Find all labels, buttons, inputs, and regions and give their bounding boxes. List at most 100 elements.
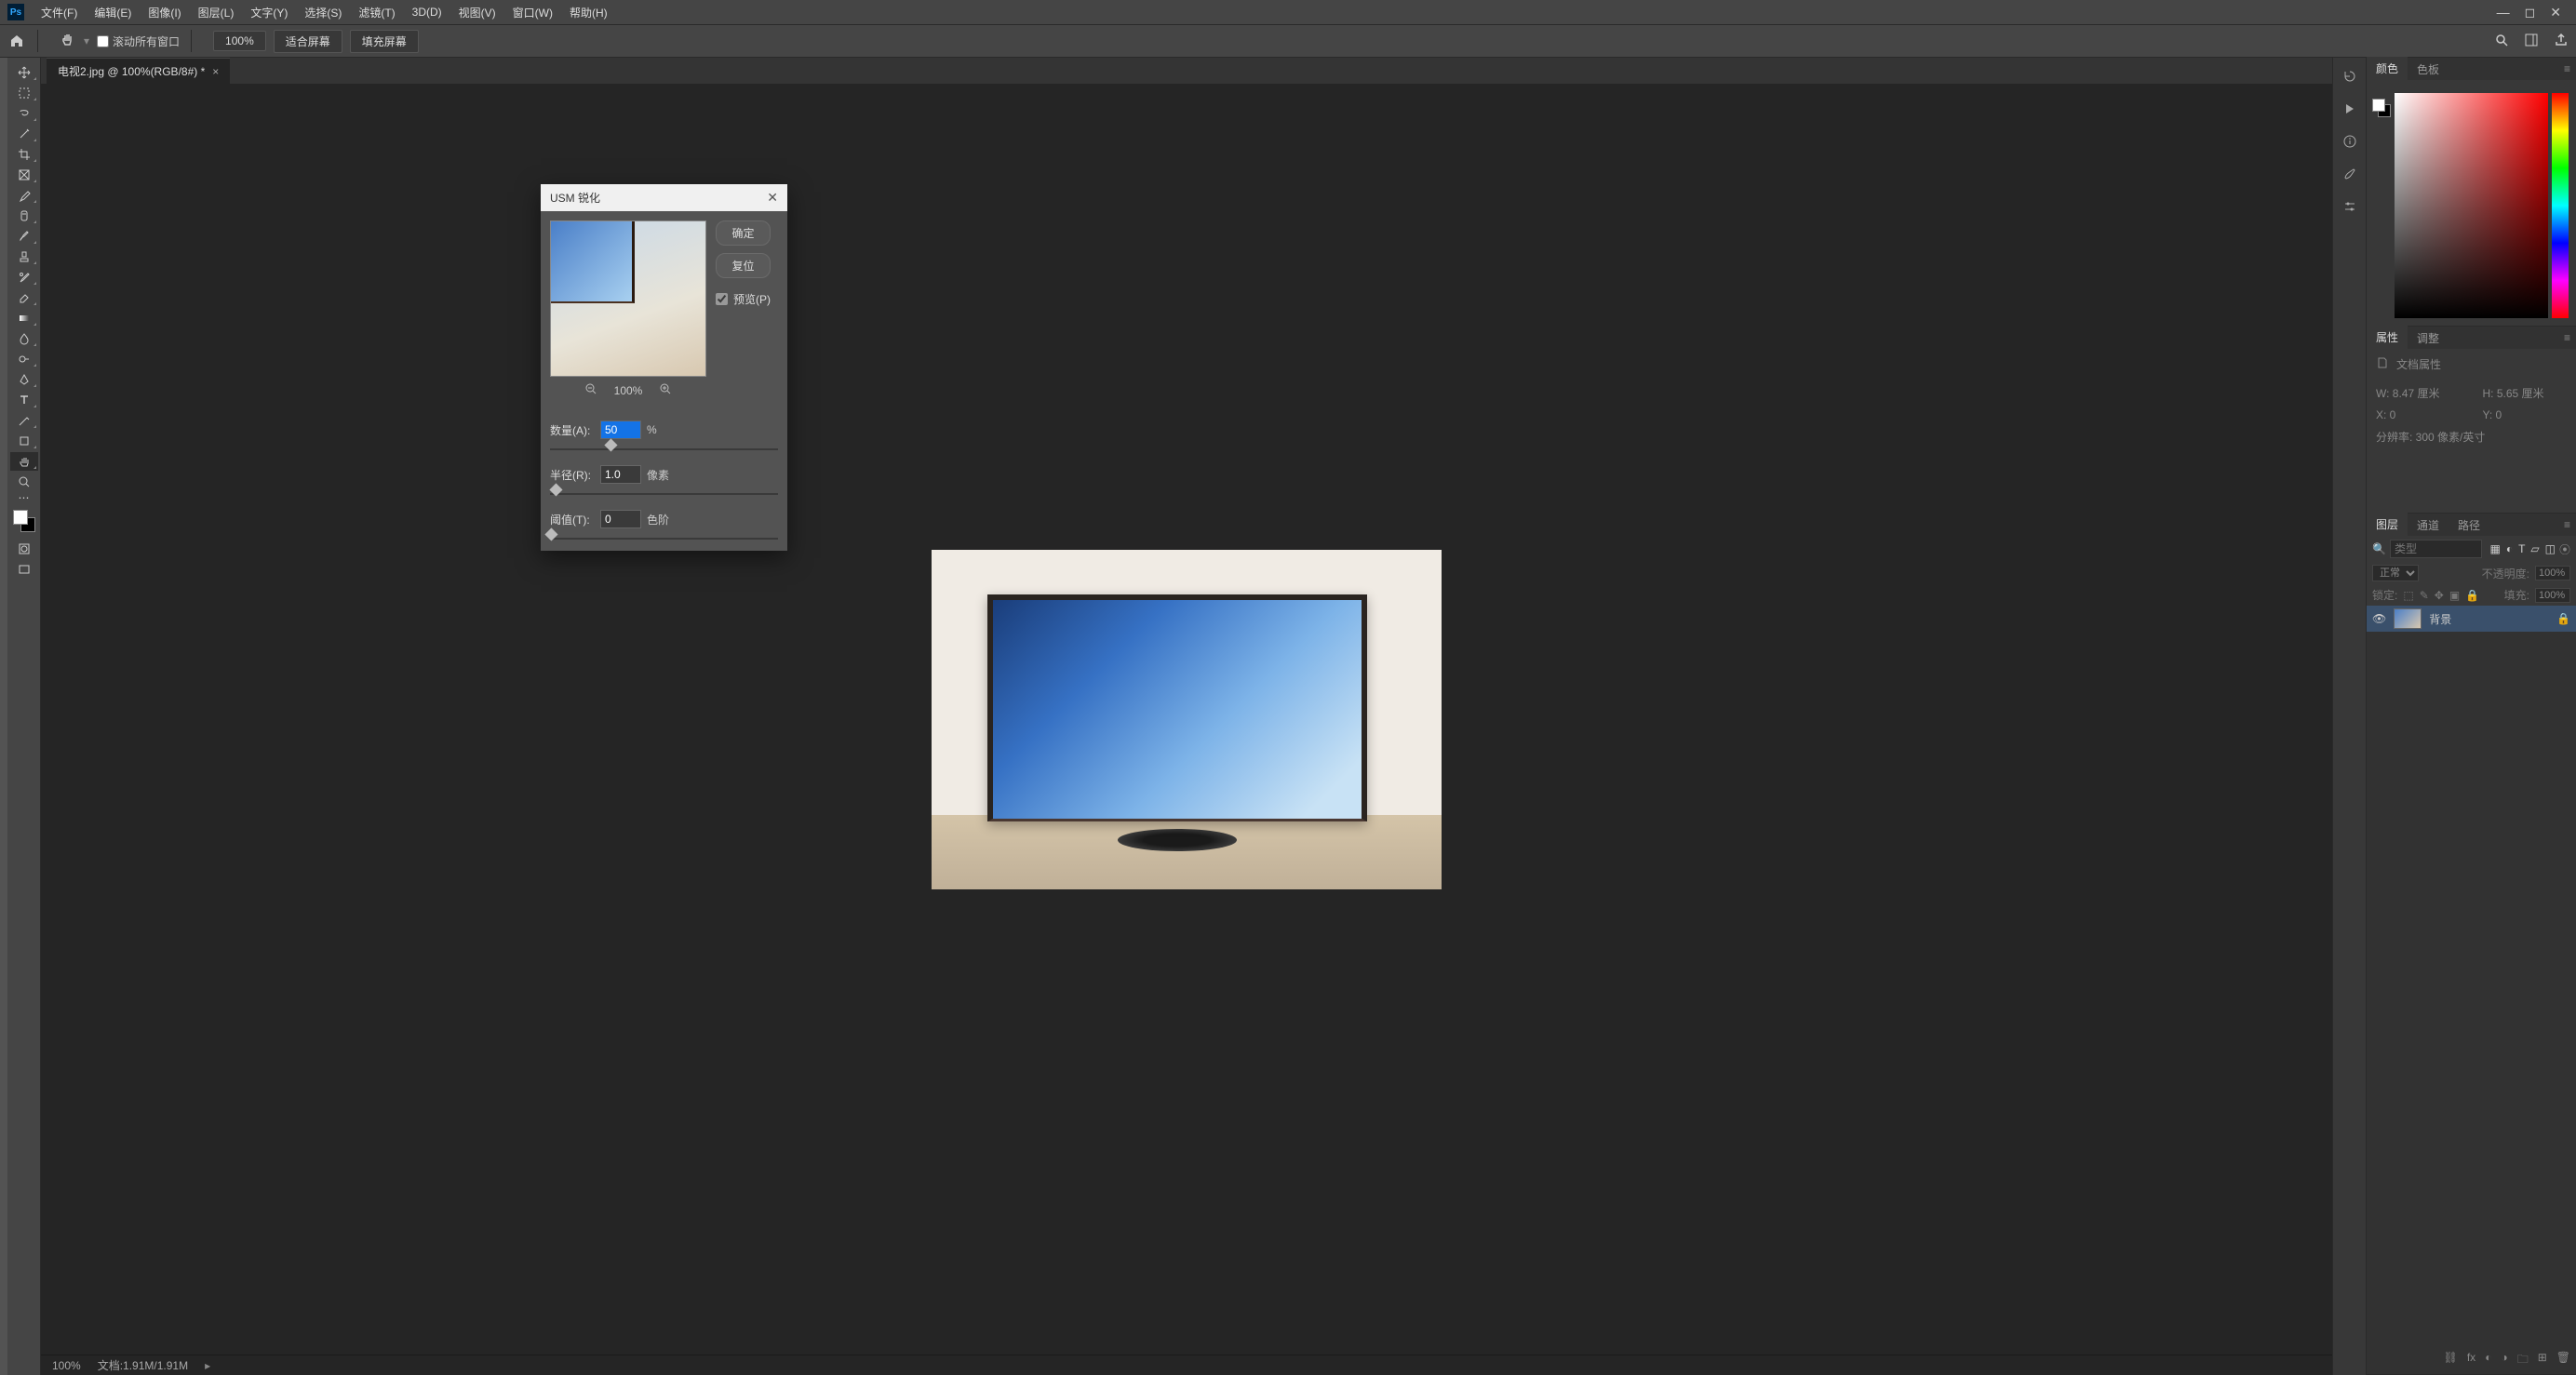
healing-tool[interactable] [10,207,38,225]
status-doc[interactable]: 文档:1.91M/1.91M [98,1357,188,1373]
magic-wand-tool[interactable] [10,125,38,143]
visibility-icon[interactable]: 👁 [2372,612,2386,625]
dialog-preview[interactable] [550,220,706,377]
fill-screen-button[interactable]: 填充屏幕 [350,30,419,53]
radius-slider[interactable] [550,487,778,501]
mask-icon[interactable]: ◐ [2485,1351,2491,1370]
window-close[interactable]: ✕ [2550,5,2561,20]
tab-layers[interactable]: 图层 [2367,513,2408,537]
layer-thumbnail[interactable] [2394,608,2422,629]
screenmode-tool[interactable] [10,560,38,579]
share-icon[interactable] [2554,33,2569,50]
panel-menu-icon[interactable]: ≡ [2564,518,2576,531]
eyedropper-tool[interactable] [10,186,38,205]
fill-input[interactable] [2535,588,2570,603]
color-swatches[interactable] [13,510,35,532]
ok-button[interactable]: 确定 [716,220,771,246]
layer-name[interactable]: 背景 [2429,611,2451,627]
scroll-all-checkbox[interactable]: 滚动所有窗口 [97,33,180,49]
panel-menu-icon[interactable]: ≡ [2564,62,2576,75]
status-zoom[interactable]: 100% [52,1359,81,1372]
menu-3d[interactable]: 3D(D) [405,2,449,22]
blend-mode-select[interactable]: 正常 [2372,565,2419,581]
menu-edit[interactable]: 编辑(E) [87,1,139,24]
settings-icon[interactable] [2342,199,2357,217]
filter-shape-icon[interactable]: ▱ [2530,542,2539,555]
shape-tool[interactable] [10,432,38,450]
layer-filter-input[interactable] [2390,540,2483,558]
menu-layer[interactable]: 图层(L) [191,1,242,24]
panel-fg-bg[interactable] [2372,99,2391,117]
filter-adjust-icon[interactable]: ◐ [2506,542,2513,555]
tab-channels[interactable]: 通道 [2408,514,2449,537]
move-tool[interactable] [10,63,38,82]
brush-tool[interactable] [10,227,38,246]
tab-swatches[interactable]: 色板 [2408,58,2449,81]
filter-pixel-icon[interactable]: ▦ [2489,542,2500,555]
history-brush-tool[interactable] [10,268,38,287]
menu-view[interactable]: 视图(V) [451,1,503,24]
menu-window[interactable]: 窗口(W) [505,1,560,24]
hand-tool[interactable] [10,452,38,471]
actions-icon[interactable] [2342,101,2357,119]
status-caret[interactable]: ▸ [205,1359,210,1372]
menu-select[interactable]: 选择(S) [297,1,349,24]
threshold-input[interactable] [600,510,641,528]
fx-icon[interactable]: fx [2467,1351,2475,1370]
lock-pos-icon[interactable]: ✥ [2435,589,2444,602]
radius-input[interactable] [600,465,641,484]
home-icon[interactable] [7,32,26,50]
history-icon[interactable] [2342,69,2357,87]
stamp-tool[interactable] [10,247,38,266]
opacity-input[interactable] [2535,566,2570,581]
canvas[interactable] [932,550,1442,889]
zoom-tool[interactable] [10,473,38,491]
fit-screen-button[interactable]: 适合屏幕 [274,30,342,53]
type-tool[interactable] [10,391,38,409]
hue-slider[interactable] [2552,93,2569,318]
zoom-in-icon[interactable] [659,382,672,398]
layer-item[interactable]: 👁 背景 🔒 [2367,606,2576,632]
edit-toolbar[interactable]: ⋯ [10,493,38,502]
search-icon[interactable] [2494,33,2509,50]
path-tool[interactable] [10,411,38,430]
color-field[interactable] [2395,93,2548,318]
window-minimize[interactable]: — [2497,5,2510,20]
marquee-tool[interactable] [10,84,38,102]
quickmask-tool[interactable] [10,540,38,558]
link-icon[interactable]: ⛓ [2444,1351,2458,1370]
tab-adjustments[interactable]: 调整 [2408,327,2449,350]
lock-icon[interactable]: 🔒 [2465,589,2479,602]
eraser-tool[interactable] [10,288,38,307]
threshold-slider[interactable] [550,532,778,545]
frame-tool[interactable] [10,166,38,184]
amount-input[interactable] [600,421,641,439]
document-tab[interactable]: 电视2.jpg @ 100%(RGB/8#) * × [47,58,230,84]
brushes-icon[interactable] [2342,167,2357,184]
dialog-titlebar[interactable]: USM 锐化 ✕ [541,184,787,211]
filter-type-icon[interactable]: T [2518,542,2525,555]
tab-properties[interactable]: 属性 [2367,326,2408,350]
dodge-tool[interactable] [10,350,38,368]
menu-type[interactable]: 文字(Y) [243,1,295,24]
zoom-out-icon[interactable] [584,382,597,398]
workspace-icon[interactable] [2524,33,2539,50]
amount-slider[interactable] [550,443,778,456]
tab-color[interactable]: 颜色 [2367,57,2408,81]
filter-toggle[interactable]: ⦿ [2559,541,2570,557]
preview-checkbox[interactable]: 预览(P) [716,291,771,307]
lock-all-icon[interactable]: ⬚ [2403,589,2413,602]
lock-nest-icon[interactable]: ▣ [2449,589,2460,602]
panel-menu-icon[interactable]: ≡ [2564,331,2576,344]
menu-filter[interactable]: 滤镜(T) [351,1,402,24]
menu-image[interactable]: 图像(I) [141,1,188,24]
layer-filter-icons[interactable]: ▦ ◐ T ▱ ◫ [2489,542,2556,555]
crop-tool[interactable] [10,145,38,164]
lock-paint-icon[interactable]: ✎ [2420,589,2429,602]
reset-button[interactable]: 复位 [716,253,771,278]
menu-file[interactable]: 文件(F) [34,1,85,24]
blur-tool[interactable] [10,329,38,348]
zoom-100-button[interactable]: 100% [213,31,266,51]
trash-icon[interactable]: 🗑 [2556,1351,2570,1370]
gradient-tool[interactable] [10,309,38,327]
